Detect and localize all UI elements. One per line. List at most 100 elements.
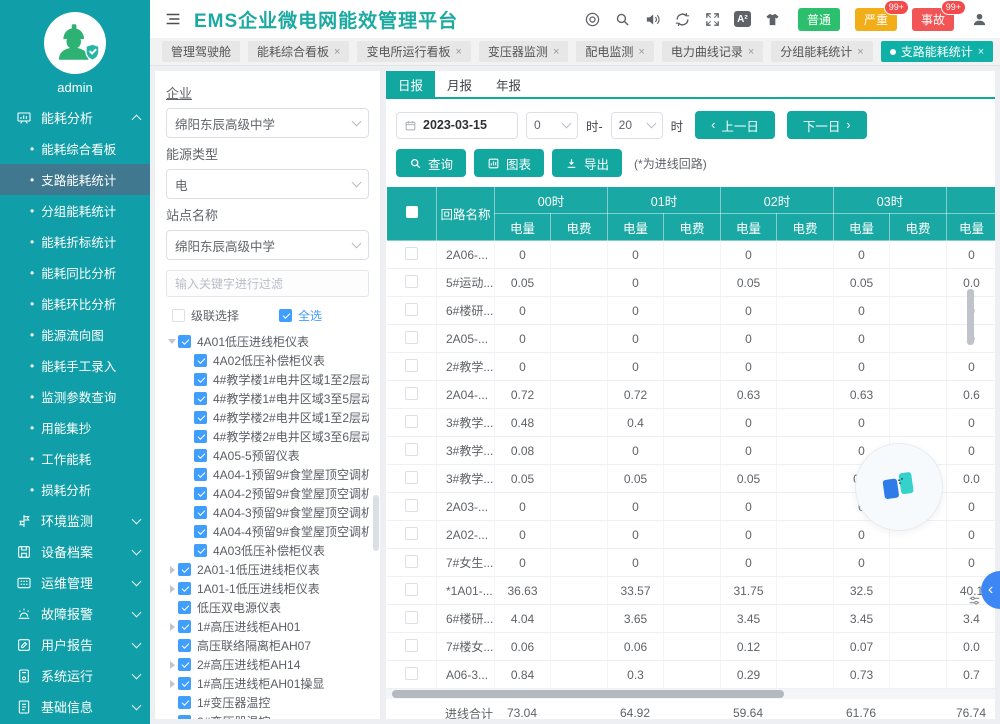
vertical-scrollbar[interactable] [967, 289, 974, 345]
tree-checkbox[interactable] [194, 411, 207, 424]
tree-checkbox[interactable] [194, 506, 207, 519]
menu-item-损耗分析[interactable]: •损耗分析 [0, 474, 150, 505]
adjust-icon[interactable] [968, 594, 981, 607]
fullscreen-icon[interactable] [704, 11, 721, 28]
tree-item-4A04-4预留9#食堂屋顶空调机组仪表[interactable]: 4A04-4预留9#食堂屋顶空调机组仪表 [166, 522, 369, 541]
report-tab-月报[interactable]: 月报 [435, 71, 484, 97]
tree-item-1#高压进线柜AH01[interactable]: 1#高压进线柜AH01 [166, 617, 369, 636]
menu-item-能耗环比分析[interactable]: •能耗环比分析 [0, 288, 150, 319]
badge-严重[interactable]: 严重99+ [855, 8, 897, 31]
report-tab-日报[interactable]: 日报 [386, 71, 435, 97]
menu-group-设备档案[interactable]: 设备档案 [0, 536, 150, 567]
tree-checkbox[interactable] [178, 563, 191, 576]
caret-right-icon[interactable] [166, 566, 178, 574]
tree-item-4A04-3预留9#食堂屋顶空调机组仪表[interactable]: 4A04-3预留9#食堂屋顶空调机组仪表 [166, 503, 369, 522]
caret-right-icon[interactable] [166, 680, 178, 688]
menu-item-分组能耗统计[interactable]: •分组能耗统计 [0, 195, 150, 226]
page-tab-电力曲线记录[interactable]: 电力曲线记录× [662, 41, 763, 62]
tree-checkbox[interactable] [178, 658, 191, 671]
tree-item-2#高压进线柜AH14[interactable]: 2#高压进线柜AH14 [166, 655, 369, 674]
caret-right-icon[interactable] [166, 661, 178, 669]
tree-item-4A05-5预留仪表[interactable]: 4A05-5预留仪表 [166, 446, 369, 465]
tree-checkbox[interactable] [194, 449, 207, 462]
export-button[interactable]: 导出 [552, 149, 622, 177]
hour-to-select[interactable]: 20 [611, 112, 663, 139]
menu-group-能耗分析[interactable]: 能耗分析 [0, 102, 150, 133]
menu-item-支路能耗统计[interactable]: •支路能耗统计 [0, 164, 150, 195]
caret-right-icon[interactable] [166, 623, 178, 631]
badge-普通[interactable]: 普通 [798, 8, 840, 31]
cascade-checkbox[interactable] [172, 309, 185, 322]
tree-checkbox[interactable] [178, 335, 191, 348]
tree-checkbox[interactable] [194, 392, 207, 405]
tree-item-1#高压进线柜AH01操显[interactable]: 1#高压进线柜AH01操显 [166, 674, 369, 693]
row-checkbox[interactable] [405, 275, 418, 288]
tree-item-4#教学楼1#电井区域1至2层动力仪表[interactable]: 4#教学楼1#电井区域1至2层动力仪表 [166, 370, 369, 389]
query-button[interactable]: 查询 [396, 149, 466, 177]
hour-from-select[interactable]: 0 [526, 112, 578, 139]
tree-checkbox[interactable] [178, 601, 191, 614]
caret-right-icon[interactable] [166, 585, 178, 593]
tree-item-4#教学楼2#电井区域1至2层动力仪表[interactable]: 4#教学楼2#电井区域1至2层动力仪表 [166, 408, 369, 427]
tree-checkbox[interactable] [178, 639, 191, 652]
close-icon[interactable]: × [748, 46, 754, 58]
menu-item-能耗折标统计[interactable]: •能耗折标统计 [0, 226, 150, 257]
prev-day-button[interactable]: ‹ 上一日 [695, 111, 775, 139]
row-checkbox[interactable] [405, 331, 418, 344]
menu-group-运维管理[interactable]: 运维管理 [0, 567, 150, 598]
tree-item-高压联络隔离柜AH07[interactable]: 高压联络隔离柜AH07 [166, 636, 369, 655]
menu-item-能耗手工录入[interactable]: •能耗手工录入 [0, 350, 150, 381]
user-icon[interactable] [971, 11, 988, 28]
badge-事故[interactable]: 事故99+ [912, 8, 954, 31]
volume-icon[interactable] [644, 11, 661, 28]
energy-type-select[interactable]: 电 [166, 169, 369, 199]
row-checkbox[interactable] [405, 639, 418, 652]
tree-checkbox[interactable] [194, 430, 207, 443]
tree-checkbox[interactable] [194, 525, 207, 538]
row-checkbox[interactable] [405, 555, 418, 568]
close-icon[interactable]: × [857, 46, 863, 58]
tree-checkbox[interactable] [194, 354, 207, 367]
row-checkbox[interactable] [405, 303, 418, 316]
row-checkbox[interactable] [405, 471, 418, 484]
tree-item-4#教学楼2#电井区域3至6层动力仪表[interactable]: 4#教学楼2#电井区域3至6层动力仪表 [166, 427, 369, 446]
row-checkbox[interactable] [405, 611, 418, 624]
tree-item-1#变压器温控[interactable]: 1#变压器温控 [166, 693, 369, 712]
page-tab-变电所运行看板[interactable]: 变电所运行看板× [357, 41, 470, 62]
next-day-button[interactable]: 下一日 › [787, 111, 867, 139]
menu-group-基础信息[interactable]: 基础信息 [0, 691, 150, 722]
tree-item-4A04-2预留9#食堂屋顶空调机组仪表[interactable]: 4A04-2预留9#食堂屋顶空调机组仪表 [166, 484, 369, 503]
menu-item-能耗综合看板[interactable]: •能耗综合看板 [0, 133, 150, 164]
row-checkbox[interactable] [405, 527, 418, 540]
caret-down-icon[interactable] [166, 339, 178, 344]
row-checkbox[interactable] [405, 359, 418, 372]
tree-checkbox[interactable] [178, 620, 191, 633]
search-icon[interactable] [614, 11, 631, 28]
report-tab-年报[interactable]: 年报 [484, 71, 533, 97]
menu-item-工作能耗[interactable]: •工作能耗 [0, 443, 150, 474]
tree-item-4A03低压补偿柜仪表[interactable]: 4A03低压补偿柜仪表 [166, 541, 369, 560]
menu-group-用户报告[interactable]: 用户报告 [0, 629, 150, 660]
theme-icon[interactable] [764, 11, 781, 28]
tree-item-4A02低压补偿柜仪表[interactable]: 4A02低压补偿柜仪表 [166, 351, 369, 370]
tree-scrollbar[interactable] [373, 495, 379, 551]
tree-item-4A04-1预留9#食堂屋顶空调机组仪表[interactable]: 4A04-1预留9#食堂屋顶空调机组仪表 [166, 465, 369, 484]
page-tab-分组能耗统计[interactable]: 分组能耗统计× [771, 41, 872, 62]
tree-item-2#变压器温控[interactable]: 2#变压器温控 [166, 712, 369, 719]
page-tab-配电监测[interactable]: 配电监测× [576, 41, 653, 62]
page-tab-能耗综合看板[interactable]: 能耗综合看板× [248, 41, 349, 62]
tree-checkbox[interactable] [194, 487, 207, 500]
tree-filter-input[interactable] [166, 270, 369, 297]
header-checkbox[interactable] [406, 206, 418, 218]
row-checkbox[interactable] [405, 667, 418, 680]
avatar[interactable] [44, 12, 106, 74]
horizontal-scrollbar[interactable] [392, 690, 784, 698]
page-tab-支路能耗统计[interactable]: 支路能耗统计× [881, 41, 993, 62]
tree-item-1A01-1低压进线柜仪表[interactable]: 1A01-1低压进线柜仪表 [166, 579, 369, 598]
font-size-icon[interactable]: A² [734, 11, 751, 27]
select-all-checkbox[interactable] [279, 309, 292, 322]
row-checkbox[interactable] [405, 247, 418, 260]
tree-checkbox[interactable] [178, 696, 191, 709]
close-icon[interactable]: × [553, 46, 559, 58]
tree-checkbox[interactable] [178, 715, 191, 719]
